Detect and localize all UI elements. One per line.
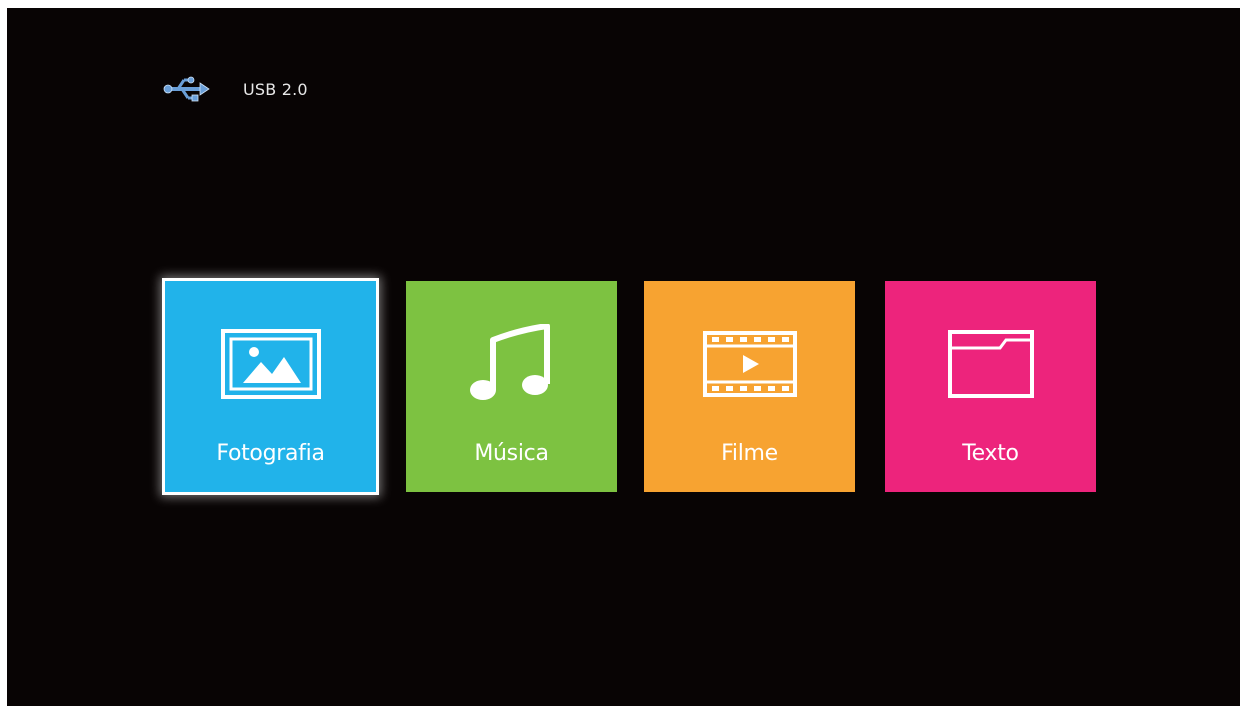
tile-label: Texto bbox=[962, 441, 1019, 466]
music-note-icon bbox=[406, 319, 617, 409]
tile-label: Filme bbox=[721, 441, 778, 466]
usb-icon bbox=[163, 76, 210, 102]
media-home-screen: USB 2.0 Fotografia Música Filme Texto bbox=[7, 8, 1240, 706]
source-label: USB 2.0 bbox=[243, 79, 308, 99]
film-icon bbox=[644, 319, 855, 409]
tile-label: Música bbox=[474, 441, 549, 466]
folder-icon bbox=[885, 319, 1096, 409]
tile-filme[interactable]: Filme bbox=[644, 281, 855, 492]
tile-label: Fotografia bbox=[216, 441, 325, 466]
tile-fotografia[interactable]: Fotografia bbox=[165, 281, 376, 492]
photo-icon bbox=[165, 319, 376, 409]
tile-musica[interactable]: Música bbox=[406, 281, 617, 492]
source-header: USB 2.0 bbox=[160, 72, 308, 106]
tile-texto[interactable]: Texto bbox=[885, 281, 1096, 492]
